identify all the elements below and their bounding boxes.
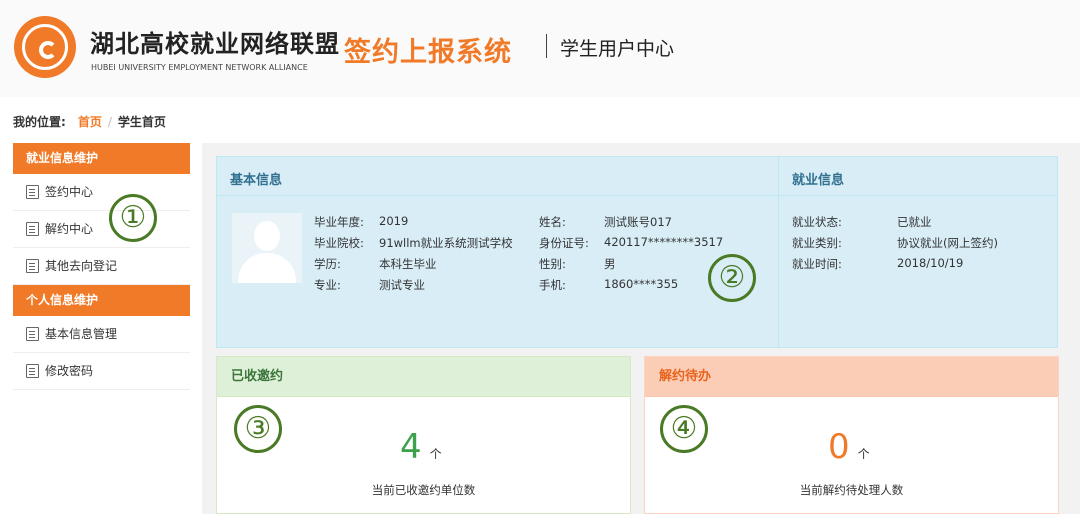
sidebar-item-change-password[interactable]: 修改密码: [13, 353, 190, 390]
field-employment-status: 已就业: [897, 215, 932, 229]
document-edit-icon: [26, 184, 39, 199]
field-school: 91wllm就业系统测试学校: [379, 236, 513, 250]
field-id-number: 420117********3517: [604, 235, 724, 249]
pending-cancellations-count-wrap: 0个: [828, 427, 870, 467]
field-major: 测试专业: [379, 278, 425, 292]
info-panel: 基本信息 就业信息 毕业年度: 2019 毕业院校: 91wllm就业系统测试学…: [216, 156, 1058, 348]
field-name: 测试账号017: [604, 215, 672, 229]
breadcrumb: 我的位置: 首页 / 学生首页: [13, 113, 166, 130]
basic-info-title: 基本信息: [230, 173, 283, 188]
panel-divider: [778, 157, 779, 347]
field-label: 就业类别:: [792, 236, 842, 250]
avatar: [232, 213, 302, 283]
pending-cancellations-count[interactable]: 0: [828, 427, 850, 467]
received-offers-title: 已收邀约: [217, 357, 630, 397]
sidebar-section-employment[interactable]: 就业信息维护: [13, 143, 190, 174]
employment-info-title: 就业信息: [792, 173, 845, 188]
received-offers-description: 当前已收邀约单位数: [371, 483, 476, 497]
pending-cancellations-title: 解约待办: [645, 357, 1058, 397]
document-icon: [26, 258, 39, 273]
annotation-marker-1: ①: [109, 194, 157, 242]
field-label: 就业状态:: [792, 215, 842, 229]
sidebar-item-label: 签约中心: [45, 185, 94, 199]
field-label: 毕业院校:: [314, 236, 364, 250]
field-label: 性别:: [539, 257, 566, 271]
header-divider: [546, 34, 547, 58]
field-label: 学历:: [314, 257, 341, 271]
field-phone: 1860****355: [604, 277, 679, 291]
sidebar-section-personal[interactable]: 个人信息维护: [13, 285, 190, 316]
annotation-marker-4: ④: [660, 405, 708, 453]
brand-subtitle: HUBEI UNIVERSITY EMPLOYMENT NETWORK ALLI…: [91, 63, 308, 72]
sidebar-item-label: 修改密码: [45, 364, 94, 378]
field-label: 毕业年度:: [314, 215, 364, 229]
sidebar-item-label: 基本信息管理: [45, 327, 118, 341]
sidebar-item-label: 解约中心: [45, 222, 94, 236]
brand-title: 湖北高校就业网络联盟: [90, 29, 340, 58]
field-degree: 本科生毕业: [379, 257, 437, 271]
field-label: 专业:: [314, 278, 341, 292]
field-employment-date: 2018/10/19: [897, 256, 964, 270]
sidebar-item-signing-center[interactable]: 签约中心: [13, 174, 190, 211]
breadcrumb-home-link[interactable]: 首页: [78, 115, 102, 129]
field-graduation-year: 2019: [379, 214, 409, 228]
received-offers-count-wrap: 4个: [400, 427, 442, 467]
sidebar: 就业信息维护 签约中心 解约中心 其他去向登记 个人信息维护 基本信息管理 修改…: [13, 143, 190, 390]
list-icon: [26, 326, 39, 341]
annotation-marker-2: ②: [708, 254, 756, 302]
sidebar-item-cancellation-center[interactable]: 解约中心: [13, 211, 190, 248]
sidebar-item-other-destination[interactable]: 其他去向登记: [13, 248, 190, 285]
avatar-body: [238, 253, 296, 283]
avatar-head: [254, 221, 280, 251]
field-gender: 男: [604, 257, 616, 271]
field-label: 就业时间:: [792, 257, 842, 271]
field-label: 身份证号:: [539, 236, 589, 250]
system-name: 签约上报系统: [344, 37, 512, 68]
field-label: 手机:: [539, 278, 566, 292]
pending-cancellations-description: 当前解约待处理人数: [799, 483, 904, 497]
site-header: 湖北高校就业网络联盟 HUBEI UNIVERSITY EMPLOYMENT N…: [0, 0, 1080, 97]
info-panel-header: [217, 157, 1057, 196]
document-icon: [26, 221, 39, 236]
alliance-logo[interactable]: [14, 16, 76, 78]
user-center-title: 学生用户中心: [560, 38, 675, 60]
breadcrumb-current: 学生首页: [117, 115, 166, 129]
sidebar-item-basic-info[interactable]: 基本信息管理: [13, 316, 190, 353]
pending-cancellations-unit: 个: [857, 447, 870, 461]
received-offers-count[interactable]: 4: [400, 427, 422, 467]
breadcrumb-separator: /: [107, 115, 112, 129]
annotation-marker-3: ③: [234, 405, 282, 453]
field-label: 姓名:: [539, 215, 566, 229]
breadcrumb-label: 我的位置:: [13, 115, 66, 129]
received-offers-unit: 个: [429, 447, 442, 461]
edit-icon: [26, 363, 39, 378]
field-employment-type: 协议就业(网上签约): [897, 236, 998, 250]
logo-ring: [22, 24, 68, 70]
sidebar-item-label: 其他去向登记: [45, 259, 118, 273]
logo-swirl-icon: [39, 41, 57, 59]
